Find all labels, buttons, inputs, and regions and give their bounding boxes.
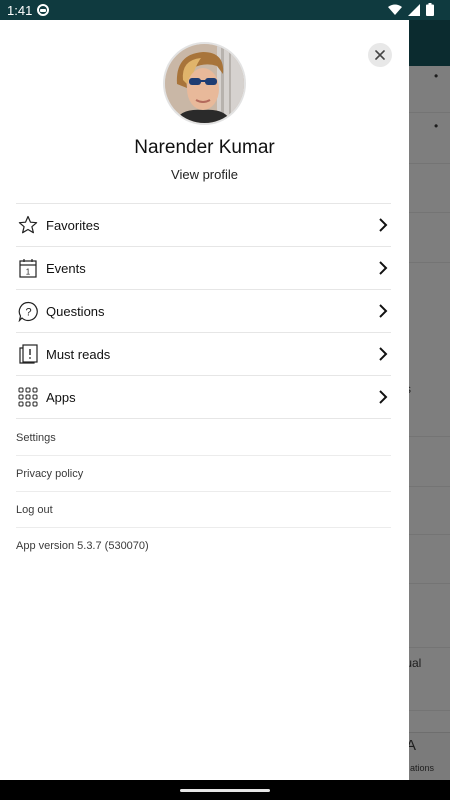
chevron-right-icon (375, 388, 391, 406)
settings-link[interactable]: Settings (16, 420, 391, 456)
status-time: 1:41 (7, 3, 33, 18)
background-divider (409, 436, 450, 437)
background-divider (409, 710, 450, 711)
menu-item-favorites[interactable]: Favorites (16, 204, 391, 247)
chevron-right-icon (375, 259, 391, 277)
background-divider (409, 583, 450, 584)
background-divider (409, 486, 450, 487)
close-icon (375, 50, 385, 60)
apps-grid-icon (17, 386, 39, 408)
app-notification-icon (37, 4, 49, 16)
menu-item-questions[interactable]: ? Questions (16, 290, 391, 333)
app-version-text: App version 5.3.7 (530070) (16, 540, 149, 552)
avatar[interactable] (163, 42, 246, 125)
background-text-fragment: • (434, 69, 439, 83)
chevron-right-icon (375, 216, 391, 234)
background-divider (409, 112, 450, 113)
drawer-links: Settings Privacy policy Log out App vers… (16, 420, 391, 564)
chevron-right-icon (375, 302, 391, 320)
menu-item-label: Favorites (46, 217, 100, 233)
menu-item-events[interactable]: 1 Events (16, 247, 391, 290)
navigation-drawer: Narender Kumar View profile Favorites 1 … (0, 20, 409, 780)
log-out-link[interactable]: Log out (16, 492, 391, 528)
menu-item-label: Questions (46, 303, 105, 319)
menu-item-label: Events (46, 260, 86, 276)
menu-item-label: Apps (46, 389, 76, 405)
calendar-icon: 1 (17, 257, 39, 279)
must-reads-icon (17, 343, 39, 365)
background-divider (409, 262, 450, 263)
background-divider (409, 163, 450, 164)
background-divider (409, 212, 450, 213)
chevron-right-icon (375, 345, 391, 363)
status-icons (388, 3, 434, 16)
view-profile-link[interactable]: View profile (0, 167, 409, 182)
drawer-menu: Favorites 1 Events ? Questions Must read… (16, 203, 391, 419)
profile-photo (165, 44, 244, 123)
svg-text:1: 1 (26, 268, 31, 277)
background-divider (409, 534, 450, 535)
menu-item-label: Must reads (46, 346, 111, 362)
background-divider (409, 647, 450, 648)
background-text-fragment: • (434, 119, 439, 133)
home-gesture-handle[interactable] (180, 789, 270, 792)
menu-item-must-reads[interactable]: Must reads (16, 333, 391, 376)
close-drawer-button[interactable] (368, 43, 392, 67)
battery-icon (426, 3, 434, 16)
star-icon (17, 214, 39, 236)
signal-icon (408, 3, 420, 16)
wifi-icon (388, 4, 402, 15)
menu-item-apps[interactable]: Apps (16, 376, 391, 419)
privacy-policy-link[interactable]: Privacy policy (16, 456, 391, 492)
svg-text:?: ? (25, 306, 31, 318)
system-nav-bar (0, 780, 450, 800)
background-text-fragment: ations (410, 763, 435, 773)
status-bar: 1:41 (0, 0, 450, 20)
profile-name: Narender Kumar (134, 137, 275, 158)
question-bubble-icon: ? (17, 300, 39, 322)
